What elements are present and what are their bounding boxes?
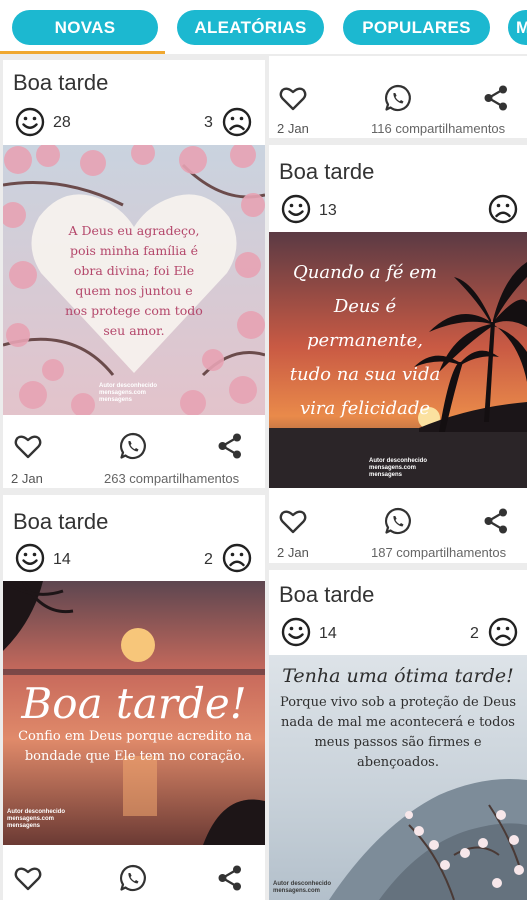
heart-icon[interactable] [278,83,308,113]
share-count: 116 compartilhamentos [371,121,506,136]
whatsapp-icon[interactable] [118,431,148,461]
dislike-count: 3 [204,114,213,131]
sad-face-icon[interactable] [222,543,252,573]
card-title: Boa tarde [279,159,375,184]
share-icon[interactable] [481,83,511,113]
share-count: 263 compartilhamentos [104,471,240,486]
post-quote: A Deus eu agradeço, pois minha família é… [65,223,203,338]
tab-novas[interactable]: NOVAS [12,10,158,45]
whatsapp-icon[interactable] [383,83,413,113]
like-count: 28 [53,114,71,131]
smile-face-icon[interactable] [281,617,311,647]
like-count: 14 [319,625,337,642]
post-footer: Autor desconhecido mensagens.com mensage… [369,458,428,478]
post-quote: Quando a fé em Deus é permanente, tudo n… [289,262,441,419]
whatsapp-icon[interactable] [118,863,148,893]
heart-icon[interactable] [278,506,308,536]
whatsapp-icon[interactable] [383,506,413,536]
like-count: 14 [53,551,71,568]
post-footer: Autor desconhecido mensagens.com mensage… [7,809,66,829]
post-date: 2 Jan [11,471,43,486]
tab-bar: NOVAS ALEATÓRIAS POPULARES M [0,0,527,54]
share-icon[interactable] [481,506,511,536]
card-title: Boa tarde [279,582,375,607]
post-card[interactable]: Boa tarde 14 2 Boa tarde! Confio em Deus… [3,495,265,900]
tab-more[interactable]: M [508,10,527,45]
sad-face-icon[interactable] [222,107,252,137]
post-image[interactable]: Boa tarde! Confio em Deus porque acredit… [3,581,265,845]
mountain-blossom-background [269,655,527,900]
post-card[interactable]: Boa tarde 28 3 A Deus eu agradeço, pois … [3,60,265,488]
post-footer: Autor desconhecido mensagens.com mensage… [99,383,158,403]
tab-populares[interactable]: POPULARES [343,10,490,45]
post-quote: Confio em Deus porque acredito na bondad… [18,729,252,764]
sad-face-icon[interactable] [488,194,518,224]
post-card[interactable]: Boa tarde 14 2 Tenha uma ótima tarde! Po… [269,570,527,900]
post-image[interactable]: A Deus eu agradeço, pois minha família é… [3,145,265,415]
dislike-count: 2 [470,625,479,642]
share-icon[interactable] [215,431,245,461]
post-footer: Autor desconhecido mensagens.com [273,881,332,894]
post-date: 2 Jan [277,545,309,560]
like-count: 13 [319,202,337,219]
post-quote: Porque vivo sob a proteção de Deus nada … [280,695,516,770]
post-card[interactable]: Boa tarde 13 Quando a fé em Deus é perma… [269,145,527,563]
card-title: Boa tarde [13,509,109,534]
smile-face-icon[interactable] [15,543,45,573]
tab-aleatorias[interactable]: ALEATÓRIAS [177,10,324,45]
card-title: Boa tarde [13,70,109,95]
post-date: 2 Jan [277,121,309,136]
smile-face-icon[interactable] [15,107,45,137]
share-icon[interactable] [215,863,245,893]
post-image[interactable]: Quando a fé em Deus é permanente, tudo n… [269,232,527,488]
smile-face-icon[interactable] [281,194,311,224]
post-image[interactable]: Tenha uma ótima tarde! Porque vivo sob a… [269,655,527,900]
sad-face-icon[interactable] [488,617,518,647]
heart-icon[interactable] [13,863,43,893]
post-card[interactable]: 2 Jan 116 compartilhamentos [269,56,527,138]
share-count: 187 compartilhamentos [371,545,507,560]
quote-title: Tenha uma ótima tarde! [282,665,514,687]
active-tab-indicator [0,51,165,54]
quote-title: Boa tarde! [21,679,247,728]
heart-icon[interactable] [13,431,43,461]
dislike-count: 2 [204,551,213,568]
